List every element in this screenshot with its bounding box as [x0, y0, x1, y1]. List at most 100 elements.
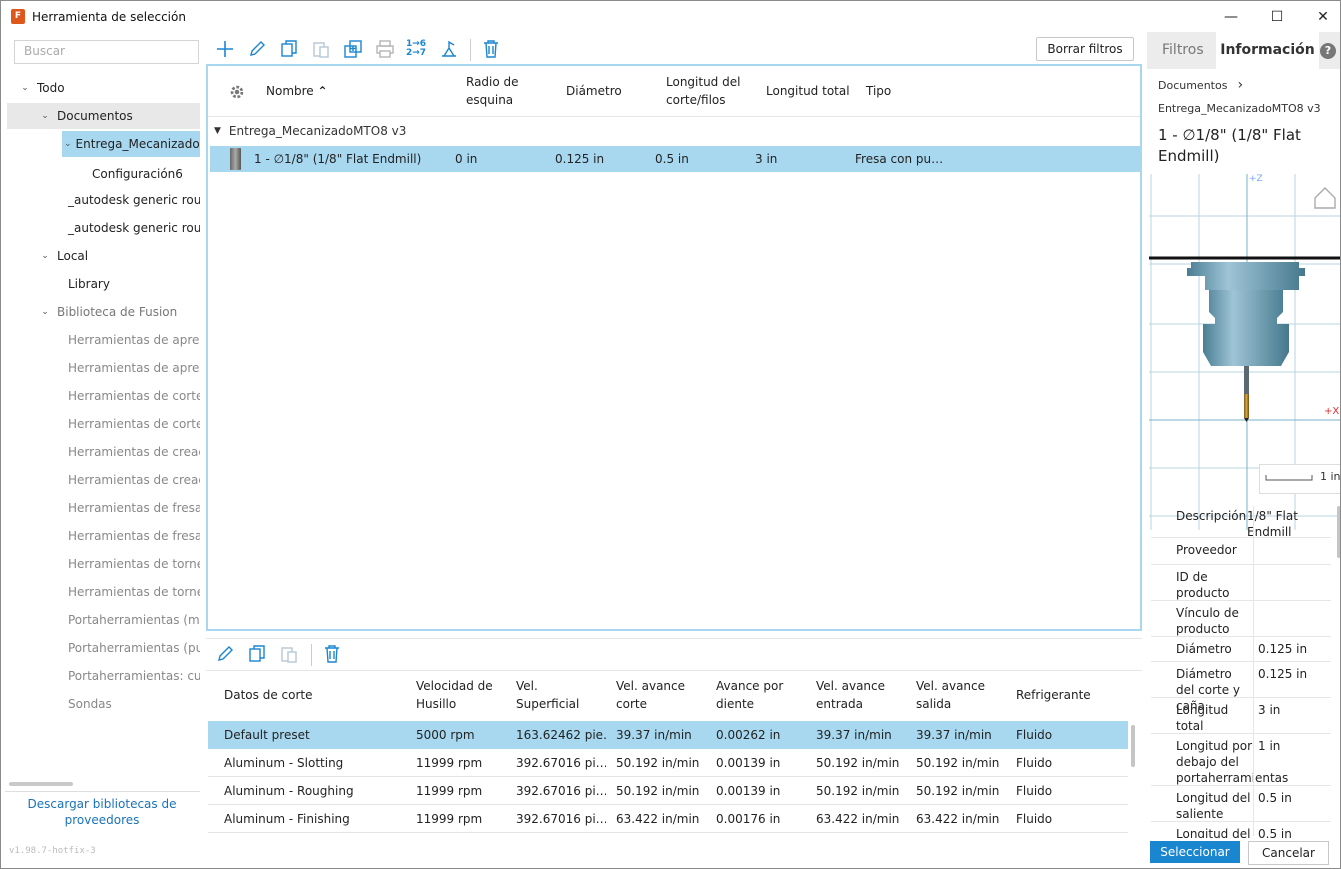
column-header-overall-length[interactable]: Longitud total — [766, 82, 850, 100]
tree-item-label: Herramientas de aprendizaje — [68, 361, 200, 375]
edit-preset-icon[interactable] — [214, 643, 236, 665]
tree-horizontal-scrollbar[interactable] — [9, 782, 73, 786]
preset-name-cell: Aluminum - Finishing — [224, 812, 350, 826]
tab-information[interactable]: Información — [1216, 32, 1319, 69]
select-button[interactable]: Seleccionar — [1150, 841, 1240, 863]
tab-filters[interactable]: Filtros — [1162, 32, 1204, 69]
paste-preset-icon[interactable] — [278, 643, 300, 665]
tree-item-fusion-library-entry[interactable]: Herramientas de fresado — [7, 495, 200, 521]
tree-item-probes[interactable]: Sondas — [7, 691, 200, 717]
copy-preset-icon[interactable] — [246, 643, 268, 665]
tree-item-fusion-library-entry[interactable]: Portaherramientas (pulgadas) — [7, 635, 200, 661]
help-icon[interactable]: ? — [1320, 43, 1336, 59]
table-row[interactable]: Aluminum - Slotting 11999 rpm 392.67016 … — [208, 749, 1128, 777]
tree-item-documents[interactable]: ⌄ Documentos — [7, 103, 200, 129]
column-header-surface-speed[interactable]: Vel. Superficial — [516, 677, 579, 713]
renumber-icon[interactable]: 1→6 2→7 — [405, 38, 427, 60]
close-button[interactable]: ✕ — [1300, 1, 1340, 32]
tree-item-todo[interactable]: ⌄ Todo — [7, 75, 200, 101]
property-label: Diámetro — [1176, 642, 1232, 656]
tree-item-setup[interactable]: Configuración6 — [7, 161, 200, 187]
chevron-down-icon[interactable]: ⌄ — [19, 83, 31, 93]
home-view-icon[interactable] — [1314, 187, 1336, 209]
tool-group-row[interactable]: ▼ Entrega_MecanizadoMTO8 v3 — [208, 118, 1140, 144]
tree-item-fusion-library-entry[interactable]: Portaherramientas: cuadrado — [7, 663, 200, 689]
column-header-cutting-feedrate[interactable]: Vel. avance corte — [616, 677, 685, 713]
cancel-button[interactable]: Cancelar — [1248, 841, 1329, 865]
column-header-name[interactable]: Nombre ⌃ — [266, 82, 328, 100]
tool-preview-viewport[interactable]: +Z +X 1 in — [1149, 174, 1340, 530]
header-divider — [208, 116, 1140, 117]
tree-item-fusion-library-entry[interactable]: Herramientas de fresado — [7, 523, 200, 549]
duplicate-icon[interactable] — [342, 38, 364, 60]
axis-z-label: +Z — [1249, 174, 1263, 184]
feed-per-tooth-cell: 0.00176 in — [716, 812, 781, 826]
sort-ascending-icon: ⌃ — [317, 84, 328, 98]
tree-item-router-1[interactable]: _autodesk generic router — [7, 187, 200, 213]
delete-preset-icon[interactable] — [321, 643, 343, 665]
column-header-cutting-data[interactable]: Datos de corte — [224, 686, 312, 704]
table-row[interactable]: Aluminum - Finishing 11999 rpm 392.67016… — [208, 805, 1128, 833]
header-label: diente — [716, 697, 755, 711]
table-row[interactable]: 1 - ∅1/8" (1/8" Flat Endmill) 0 in 0.125… — [210, 146, 1140, 172]
header-label: Velocidad de — [416, 679, 493, 693]
tree-item-fusion-library-entry[interactable]: Portaherramientas (métrico) — [7, 607, 200, 633]
property-label: Longitud por debajo del portaherramienta… — [1176, 739, 1289, 785]
paste-icon[interactable] — [310, 38, 332, 60]
copy-icon[interactable] — [278, 38, 300, 60]
column-header-spindle-speed[interactable]: Velocidad de Husillo — [416, 677, 493, 713]
tree-item-document[interactable]: ⌄Entrega_MecanizadoMTO8 v3 — [62, 131, 200, 157]
presets-vertical-scrollbar[interactable] — [1131, 725, 1135, 767]
column-header-diameter[interactable]: Diámetro — [566, 82, 622, 100]
tree-item-fusion-library[interactable]: ⌄ Biblioteca de Fusion — [7, 299, 200, 325]
table-row[interactable]: Aluminum - Roughing 11999 rpm 392.67016 … — [208, 777, 1128, 805]
library-tree: ⌄Todo ⌄ Documentos ⌄Entrega_MecanizadoMTO… — [7, 74, 200, 786]
header-label: corte — [616, 697, 647, 711]
caret-down-icon[interactable]: ▼ — [214, 126, 221, 136]
tree-item-library[interactable]: Library — [7, 271, 200, 297]
preset-name-cell: Default preset — [224, 728, 310, 742]
tree-item-fusion-library-entry[interactable]: Herramientas de creación — [7, 467, 200, 493]
tree-item-fusion-library-entry[interactable]: Herramientas de aprendizaje — [7, 327, 200, 353]
tree-item-fusion-library-entry[interactable]: Herramientas de corte — [7, 383, 200, 409]
print-icon[interactable] — [374, 38, 396, 60]
tree-item-label: Portaherramientas (métrico) — [68, 613, 200, 627]
column-header-corner-radius[interactable]: Radio de esquina — [466, 73, 519, 109]
search-input[interactable]: Buscar — [14, 40, 199, 64]
tree-item-label: Documentos — [57, 109, 133, 123]
cutting-feedrate-cell: 63.422 in/min — [616, 812, 700, 826]
column-settings-icon[interactable] — [228, 83, 246, 101]
chevron-down-icon[interactable]: ⌄ — [64, 139, 72, 149]
add-icon[interactable] — [214, 38, 236, 60]
download-vendor-libraries-link[interactable]: Descargar bibliotecas de proveedores — [11, 796, 193, 828]
holder-assign-icon[interactable] — [438, 38, 460, 60]
tree-item-fusion-library-entry[interactable]: Herramientas de aprendizaje — [7, 355, 200, 381]
column-header-type[interactable]: Tipo — [866, 82, 891, 100]
breadcrumb[interactable]: Documentos › — [1158, 77, 1243, 93]
maximize-button[interactable]: ☐ — [1254, 1, 1300, 32]
chevron-down-icon[interactable]: ⌄ — [39, 307, 51, 317]
tree-item-fusion-library-entry[interactable]: Herramientas de creación — [7, 439, 200, 465]
property-row: Longitud del 0.5 in — [1151, 822, 1331, 838]
column-header-lead-in-feedrate[interactable]: Vel. avance entrada — [816, 677, 885, 713]
column-header-lead-out-feedrate[interactable]: Vel. avance salida — [916, 677, 985, 713]
chevron-down-icon[interactable]: ⌄ — [39, 111, 51, 121]
delete-icon[interactable] — [480, 38, 502, 60]
minimize-button[interactable]: — — [1208, 1, 1254, 32]
column-header-coolant[interactable]: Refrigerante — [1016, 686, 1091, 704]
clear-filters-button[interactable]: Borrar filtros — [1036, 37, 1134, 61]
table-row[interactable]: Default preset 5000 rpm 163.62462 pie… 3… — [208, 721, 1128, 749]
tree-item-label: _autodesk generic router — [68, 193, 200, 207]
tree-item-fusion-library-entry[interactable]: Herramientas de torneado — [7, 551, 200, 577]
column-header-flute-length[interactable]: Longitud del corte/filos — [666, 73, 740, 109]
tree-item-label: Portaherramientas (pulgadas) — [68, 641, 200, 655]
tree-item-fusion-library-entry[interactable]: Herramientas de torneado — [7, 579, 200, 605]
properties-vertical-scrollbar[interactable] — [1337, 506, 1340, 558]
chevron-down-icon[interactable]: ⌄ — [39, 251, 51, 261]
edit-icon[interactable] — [246, 38, 268, 60]
tree-item-router-2[interactable]: _autodesk generic router — [7, 215, 200, 241]
tree-item-fusion-library-entry[interactable]: Herramientas de corte — [7, 411, 200, 437]
surface-speed-cell: 392.67016 pi… — [516, 784, 606, 798]
tree-item-local[interactable]: ⌄ Local — [7, 243, 200, 269]
column-header-feed-per-tooth[interactable]: Avance por diente — [716, 677, 783, 713]
